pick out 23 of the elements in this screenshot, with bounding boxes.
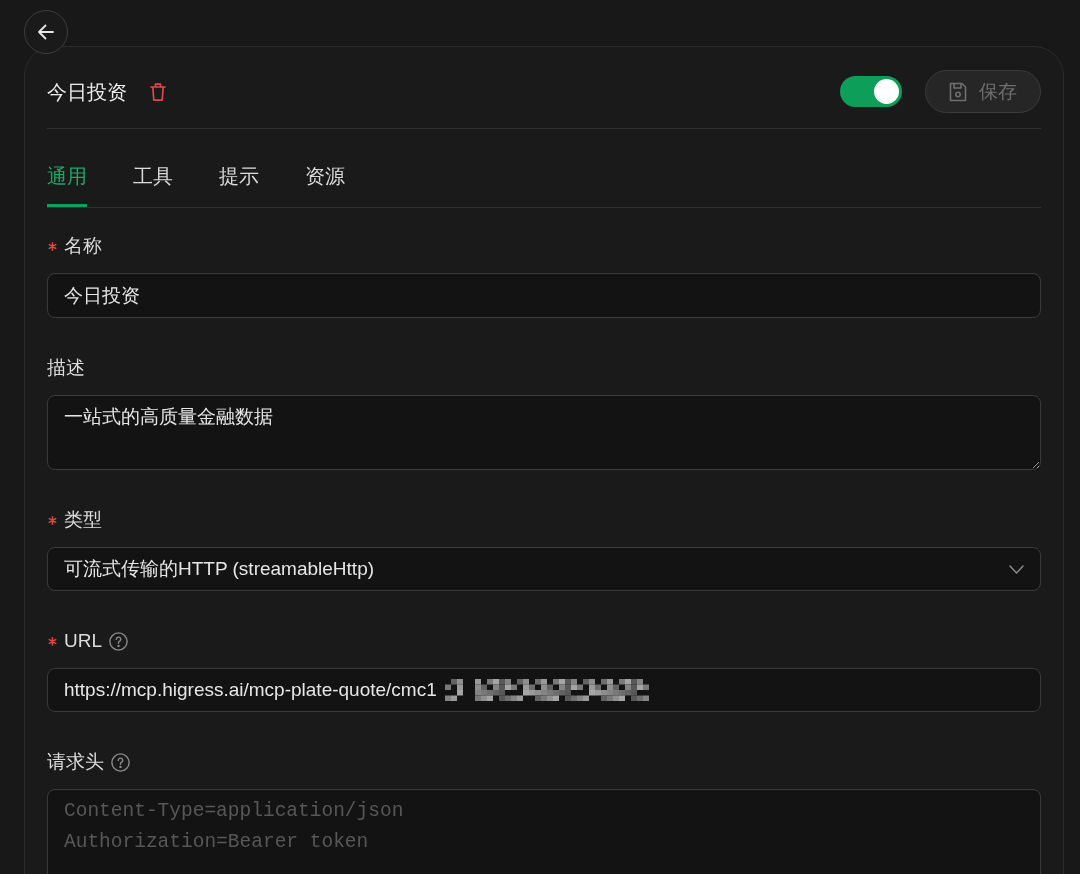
field-label: 名称 <box>64 234 102 258</box>
enable-switch[interactable] <box>840 76 902 107</box>
tab[interactable]: 提示 <box>219 129 259 207</box>
description-textarea[interactable]: 一站式的高质量金融数据 <box>47 395 1041 470</box>
back-arrow-icon <box>36 22 56 42</box>
save-icon <box>949 81 967 102</box>
type-select[interactable]: 可流式传输的HTTP (streamableHttp) <box>47 547 1041 591</box>
tab[interactable]: 资源 <box>305 129 345 207</box>
help-icon[interactable] <box>109 631 128 651</box>
headers-textarea[interactable]: Content-Type=application/json Authorization=Bearer token <box>47 789 1041 874</box>
name-input-field[interactable]: 今日投资 <box>47 273 1041 318</box>
server-title: 今日投资 <box>47 79 127 105</box>
chevron-down-icon <box>1009 564 1024 574</box>
field-label: 描述 <box>47 356 85 380</box>
field-label: URL <box>64 629 102 653</box>
field-label: 类型 <box>64 508 102 532</box>
field-label: 请求头 <box>47 750 104 774</box>
back-button[interactable] <box>24 10 68 54</box>
tab[interactable]: 通用 <box>47 129 87 207</box>
trash-icon[interactable] <box>150 81 166 102</box>
url-input-field[interactable]: https://mcp.higress.ai/mcp-plate-quote/cmc1 <box>47 668 1041 712</box>
tab[interactable]: 工具 <box>133 129 173 207</box>
help-icon[interactable] <box>111 752 130 772</box>
